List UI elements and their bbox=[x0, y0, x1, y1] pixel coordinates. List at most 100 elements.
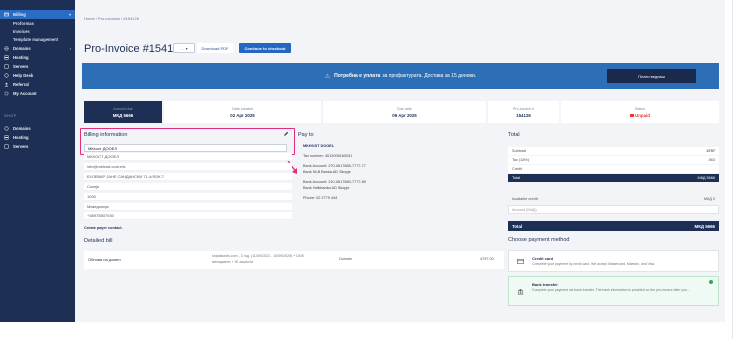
payment-option-bank-transfer[interactable]: Bank transfer Complete your payment via … bbox=[508, 276, 719, 306]
shop-item-hosting[interactable]: Hosting bbox=[0, 133, 75, 142]
highlight-frame bbox=[80, 128, 295, 155]
user-icon bbox=[4, 82, 9, 87]
sidebar-item-hosting[interactable]: Hosting bbox=[0, 53, 75, 62]
billing-line: info@mkhost.com.mk bbox=[84, 163, 292, 171]
sidebar-item-domains[interactable]: Domains › bbox=[0, 44, 75, 53]
sidebar-item-label: Servers bbox=[13, 144, 29, 149]
sidebar-item-template-management[interactable]: Template management bbox=[0, 35, 75, 44]
billing-icon bbox=[4, 12, 9, 17]
stat-label: Pro-invoice # bbox=[513, 106, 534, 111]
server-icon bbox=[4, 144, 9, 149]
bottom-margin bbox=[0, 322, 725, 339]
stat-amount-due: Amount due МКД 5666 bbox=[84, 101, 162, 123]
bill-item-desc: менаџмент + ID заштита bbox=[212, 260, 254, 264]
row-label: Total bbox=[512, 223, 523, 229]
shop-heading: SHOP bbox=[4, 113, 17, 118]
sidebar-item-label: Domains bbox=[13, 126, 31, 131]
stat-label: Status bbox=[634, 106, 646, 111]
pay-to-line: Tax number: 4012006160031 bbox=[303, 154, 353, 158]
stat-value: 02 Apr 2025 bbox=[230, 112, 255, 118]
bill-item-name: Обнова на домен bbox=[88, 257, 121, 262]
checkout-button[interactable]: Continue to checkout bbox=[239, 43, 291, 53]
selected-check-icon bbox=[709, 280, 713, 284]
stat-value: МКД 5666 bbox=[112, 112, 134, 118]
billing-line: Скопје bbox=[84, 183, 292, 191]
download-pdf-button[interactable]: Download PDF bbox=[197, 43, 233, 53]
stat-label: Due date bbox=[397, 106, 412, 111]
payment-option-title: Bank transfer bbox=[532, 282, 558, 287]
row-value: МКД 5666 bbox=[697, 176, 715, 180]
shop-item-servers[interactable]: Servers bbox=[0, 142, 75, 151]
sidebar-item-label: Hosting bbox=[13, 135, 29, 140]
sidebar-item-label: Referral bbox=[13, 82, 29, 87]
pay-now-button[interactable]: Плати веднаш bbox=[607, 69, 696, 83]
row-label: Available credit bbox=[512, 197, 538, 201]
sidebar-item-help-desk[interactable]: Help Desk bbox=[0, 71, 75, 80]
payment-option-credit-card[interactable]: Credit card Complete your payment by cre… bbox=[508, 250, 719, 272]
sidebar-item-servers[interactable]: Servers bbox=[0, 62, 75, 71]
sidebar-item-billing[interactable]: Billing ▾ bbox=[0, 10, 75, 19]
sidebar-item-label: Proformas bbox=[13, 21, 34, 26]
payment-method-heading: Choose payment method bbox=[508, 237, 570, 243]
row-label: Tax (18%) bbox=[512, 158, 530, 162]
available-credit-row: Available credit МКД 0 bbox=[508, 195, 719, 203]
credit-amount-input[interactable]: Amount (МКД) bbox=[508, 205, 719, 214]
pay-to-line: Bank NLB Banka AD Skopje bbox=[303, 170, 351, 174]
settings-icon bbox=[4, 91, 9, 96]
stat-date-created: Date created 02 Apr 2025 bbox=[164, 101, 321, 123]
pay-to-company: MKHOST DOOEL bbox=[303, 144, 335, 148]
row-value: МКД 5666 bbox=[694, 223, 715, 229]
warning-icon: ⚠ bbox=[324, 73, 331, 80]
row-value: 863 bbox=[708, 158, 715, 162]
sidebar-item-label: Template management bbox=[13, 37, 59, 42]
status-value: Unpaid bbox=[635, 112, 650, 118]
detailed-bill-heading: Detailed bill bbox=[84, 238, 113, 244]
billing-line: 1000 bbox=[84, 193, 292, 201]
globe-icon bbox=[4, 46, 9, 51]
bill-item-desc: shipakonils.com - 3 год. (11/09/2022 - 1… bbox=[212, 254, 304, 258]
status-badge: Unpaid bbox=[630, 113, 650, 118]
pay-to-line: Bank Account: 210-0617880-7777-89 bbox=[303, 180, 366, 184]
stat-label: Date created bbox=[232, 106, 253, 111]
sidebar: Billing ▾ Proformas Invoices Template ma… bbox=[0, 0, 75, 339]
stat-value: 09 Apr 2025 bbox=[392, 112, 417, 118]
banner-strong: Потребна е уплата bbox=[334, 73, 381, 79]
stat-pro-invoice-number: Pro-invoice # 154126 bbox=[488, 101, 559, 123]
sidebar-item-label: Billing bbox=[13, 12, 26, 17]
total-row-subtotal: Subtotal 4797 bbox=[508, 147, 719, 155]
more-button[interactable]: ... ▾ bbox=[173, 43, 195, 53]
sidebar-item-label: Help Desk bbox=[13, 73, 34, 78]
unpaid-icon bbox=[630, 113, 635, 117]
stat-due-date: Due date 09 Apr 2025 bbox=[323, 101, 486, 123]
chevron-down-icon: ▾ bbox=[68, 12, 71, 17]
pay-to-line: Bank Halkbanka AD Skopje bbox=[303, 186, 350, 190]
sidebar-item-label: Hosting bbox=[13, 55, 29, 60]
row-value: МКД 0 bbox=[703, 197, 715, 201]
sidebar-item-referral[interactable]: Referral bbox=[0, 80, 75, 89]
pay-to-line: Phone: 02 2779 444 bbox=[303, 196, 338, 200]
billing-line: БУЛЕВАР ЈАНЕ САНДАНСКИ 71-4/ЛОК.7 bbox=[84, 173, 292, 181]
globe-icon bbox=[4, 126, 9, 131]
bill-item-amount: 4797.00 bbox=[480, 257, 494, 261]
bank-icon bbox=[517, 289, 524, 295]
create-payer-link[interactable]: Create payer contact. bbox=[84, 226, 123, 230]
bill-item-type: Domain bbox=[339, 257, 353, 261]
total-row-credit: Credit bbox=[508, 165, 719, 173]
chevron-down-icon: ▾ bbox=[185, 45, 188, 51]
total-heading: Total bbox=[508, 132, 520, 138]
total-row-total: Total МКД 5666 bbox=[508, 174, 719, 182]
sidebar-item-my-account[interactable]: My Account bbox=[0, 89, 75, 98]
row-value: 4797 bbox=[706, 149, 715, 153]
total-row-tax: Tax (18%) 863 bbox=[508, 156, 719, 164]
breadcrumb[interactable]: Home / Pro-invoices / #154126 bbox=[84, 16, 139, 21]
shop-item-domains[interactable]: Domains bbox=[0, 124, 75, 133]
sidebar-item-label: Servers bbox=[13, 64, 29, 69]
table-row: Обнова на домен shipakonils.com - 3 год.… bbox=[84, 251, 504, 269]
pay-to-line: Bank Account: 270-0617885-7777-77 bbox=[303, 164, 366, 168]
scrollbar-track[interactable] bbox=[732, 0, 733, 339]
stat-value: 154126 bbox=[516, 112, 531, 118]
payment-option-title: Credit card bbox=[532, 256, 554, 261]
page-title: Pro-Invoice #154126 bbox=[84, 43, 186, 55]
payment-option-desc: Complete your payment by credit card. We… bbox=[532, 262, 656, 266]
stat-status: Status Unpaid bbox=[561, 101, 719, 123]
